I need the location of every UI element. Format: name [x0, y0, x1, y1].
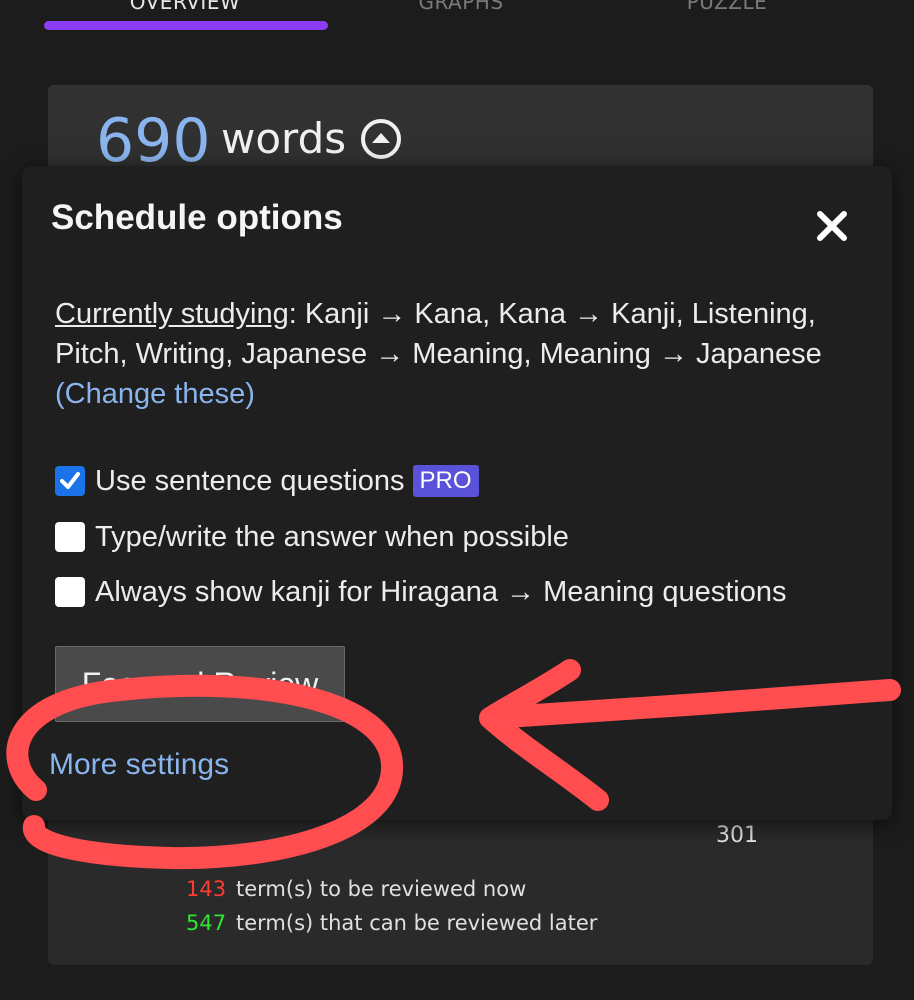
currently-studying: Currently studying: Kanji → Kana, Kana →… — [55, 294, 855, 414]
active-tab-indicator — [44, 21, 328, 30]
word-count-label: words — [221, 114, 347, 163]
modal-title: Schedule options — [51, 198, 343, 237]
chevron-up-circle-icon[interactable] — [359, 117, 403, 161]
schedule-options-modal: Schedule options Currently studying: Kan… — [22, 166, 892, 820]
stat-value: 301 — [716, 823, 758, 848]
change-these-link[interactable]: (Change these) — [55, 378, 255, 410]
close-icon[interactable] — [812, 206, 852, 246]
currently-studying-label: Currently studying — [55, 298, 289, 330]
checkbox-checked[interactable] — [55, 466, 85, 496]
checkbox[interactable] — [55, 522, 85, 552]
option-label: Use sentence questions — [95, 465, 405, 497]
option-sentence-questions[interactable]: Use sentence questions PRO — [55, 465, 479, 498]
tab-puzzle[interactable]: PUZZLE — [577, 0, 877, 14]
tab-graphs[interactable]: GRAPHS — [311, 0, 611, 14]
more-settings-link[interactable]: More settings — [49, 748, 229, 782]
pro-badge: PRO — [412, 465, 479, 497]
option-type-write-answer[interactable]: Type/write the answer when possible — [55, 521, 569, 554]
due-later-text: term(s) that can be reviewed later — [236, 911, 598, 935]
option-always-show-kanji[interactable]: Always show kanji for Hiragana → Meaning… — [55, 576, 787, 609]
tab-bar: OVERVIEW GRAPHS PUZZLE — [0, 0, 914, 40]
focused-review-button[interactable]: Focused Review — [55, 646, 345, 722]
due-later-row: 547 term(s) that can be reviewed later — [186, 911, 597, 935]
due-now-text: term(s) to be reviewed now — [236, 877, 527, 901]
tab-overview[interactable]: OVERVIEW — [35, 0, 335, 14]
checkmark-icon — [60, 472, 80, 489]
checkbox[interactable] — [55, 577, 85, 607]
due-now-row: 143 term(s) to be reviewed now — [186, 877, 526, 901]
due-now-count: 143 — [186, 877, 227, 901]
option-label: Type/write the answer when possible — [95, 521, 569, 553]
option-label: Always show kanji for Hiragana → Meaning… — [95, 576, 787, 608]
due-later-count: 547 — [186, 911, 227, 935]
